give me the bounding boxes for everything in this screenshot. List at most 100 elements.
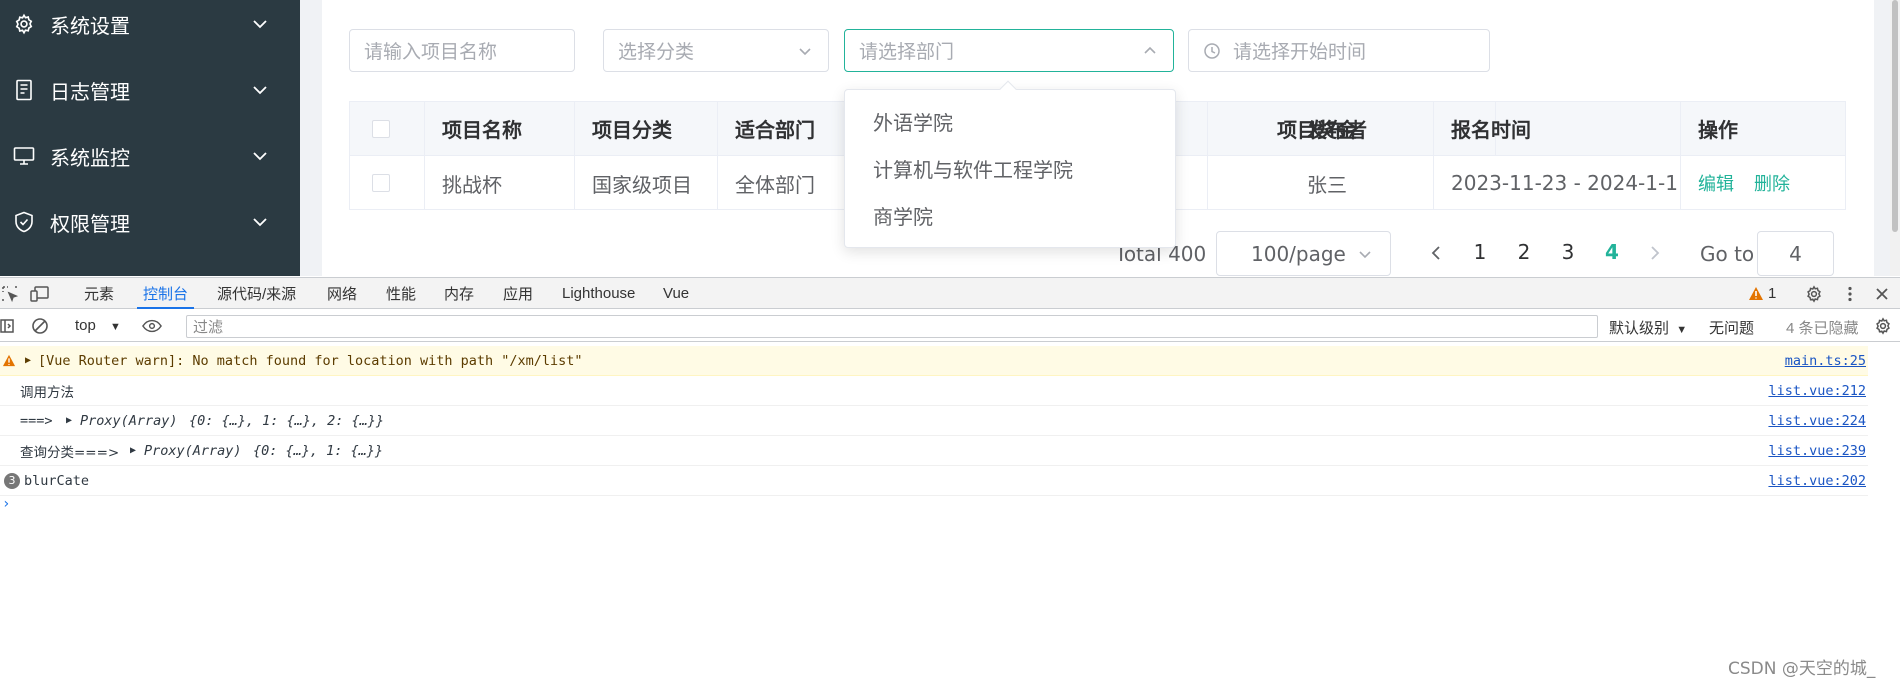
- eye-icon[interactable]: [142, 316, 162, 336]
- sidebar-item-permission-management[interactable]: 权限管理: [0, 194, 300, 250]
- device-toolbar-icon[interactable]: [30, 284, 50, 304]
- sidebar: 系统设置 日志管理 系统监控 权限管理: [0, 0, 300, 276]
- publisher-cell: 张三: [1290, 156, 1434, 210]
- page-scrollbar[interactable]: [1890, 0, 1900, 276]
- source-link[interactable]: list.vue:212: [1768, 383, 1866, 399]
- expand-triangle-icon[interactable]: ▶: [130, 445, 136, 456]
- console-message-text: 调用方法: [20, 384, 74, 401]
- page-size-value: 100/page: [1251, 241, 1346, 266]
- devtools-tab-network[interactable]: 网络: [327, 278, 357, 309]
- more-options-icon[interactable]: [1840, 284, 1860, 304]
- devtools-tab-memory[interactable]: 内存: [444, 278, 474, 309]
- devtools-tab-vue[interactable]: Vue: [663, 278, 689, 309]
- source-link[interactable]: list.vue:224: [1768, 413, 1866, 429]
- devtools-tab-sources[interactable]: 源代码/来源: [217, 278, 296, 309]
- gear-icon: [12, 12, 36, 36]
- repeat-count-badge: 3: [4, 472, 20, 489]
- chevron-down-icon: [253, 20, 267, 29]
- dropdown-option[interactable]: 外语学院: [845, 98, 1175, 144]
- page-number[interactable]: 2: [1509, 240, 1539, 264]
- source-link[interactable]: list.vue:202: [1768, 473, 1866, 489]
- devtools-tab-console[interactable]: 控制台: [136, 278, 195, 309]
- chevron-up-icon: [1144, 46, 1156, 54]
- select-all-checkbox[interactable]: [372, 119, 390, 138]
- devtools-tab-elements[interactable]: 元素: [84, 278, 114, 309]
- start-time-placeholder: 请选择开始时间: [1233, 41, 1367, 63]
- settings-gear-icon[interactable]: [1804, 284, 1824, 304]
- console-prompt-icon[interactable]: ›: [2, 496, 10, 512]
- console-message-prefix: ===>: [20, 412, 61, 429]
- sidebar-item-system-monitor[interactable]: 系统监控: [0, 128, 300, 184]
- caret-down-icon: ▼: [1676, 324, 1688, 336]
- prev-page-icon[interactable]: [1426, 243, 1446, 263]
- chevron-down-icon: [253, 152, 267, 161]
- proxy-label: Proxy(Array): [144, 442, 250, 459]
- column-header[interactable]: 报名时间: [1434, 102, 1681, 155]
- page-size-select[interactable]: 100/page: [1216, 231, 1391, 276]
- inspect-element-icon[interactable]: [0, 284, 20, 304]
- console-filter-input[interactable]: 过滤: [186, 315, 1598, 338]
- goto-label: Go to: [1700, 241, 1755, 266]
- expand-triangle-icon[interactable]: ▶: [66, 415, 72, 426]
- console-message-text: blurCate: [24, 472, 90, 489]
- sidebar-item-label: 权限管理: [50, 211, 130, 236]
- source-link[interactable]: list.vue:239: [1768, 443, 1866, 459]
- devtools-tab-lighthouse[interactable]: Lighthouse: [562, 278, 635, 309]
- watermark: CSDN @天空的城_: [1728, 659, 1876, 679]
- console-message-text: [Vue Router warn]: No match found for lo…: [38, 352, 583, 369]
- warning-icon: [1749, 287, 1763, 300]
- clock-icon: [1204, 42, 1220, 59]
- category-select[interactable]: 选择分类: [603, 29, 829, 72]
- devtools-tab-performance[interactable]: 性能: [386, 278, 416, 309]
- column-header[interactable]: 项目分类: [575, 102, 718, 155]
- dropdown-option[interactable]: 计算机与软件工程学院: [845, 145, 1175, 191]
- caret-down-icon: ▼: [110, 321, 121, 333]
- sidebar-item-label: 系统设置: [50, 13, 130, 38]
- expand-triangle-icon[interactable]: ▶: [25, 355, 31, 366]
- filter-placeholder: 过滤: [193, 319, 224, 336]
- goto-page-input[interactable]: 4: [1757, 231, 1834, 276]
- context-select[interactable]: top ▼: [75, 317, 121, 334]
- close-icon[interactable]: [1872, 284, 1892, 304]
- console-warning[interactable]: ▶ [Vue Router warn]: No match found for …: [0, 346, 1868, 376]
- warning-counter[interactable]: 1: [1748, 278, 1776, 309]
- project-name-placeholder: 请输入项目名称: [364, 41, 498, 63]
- page-number-current[interactable]: 4: [1597, 240, 1627, 264]
- sidebar-item-log-management[interactable]: 日志管理: [0, 62, 300, 118]
- issues-button[interactable]: 无问题: [1709, 317, 1754, 338]
- column-header[interactable]: 发布者: [1290, 102, 1434, 155]
- document-icon: [12, 78, 36, 102]
- chevron-down-icon: [1359, 250, 1371, 258]
- log-level-select[interactable]: 默认级别 ▼: [1609, 317, 1687, 338]
- monitor-icon: [12, 144, 36, 168]
- start-time-picker[interactable]: 请选择开始时间: [1188, 29, 1490, 72]
- page-number[interactable]: 3: [1553, 240, 1583, 264]
- sidebar-item-label: 系统监控: [50, 145, 130, 170]
- project-name-input[interactable]: 请输入项目名称: [349, 29, 575, 72]
- hidden-count: 4 条已隐藏: [1786, 320, 1859, 337]
- next-page-icon[interactable]: [1645, 243, 1665, 263]
- console-settings-gear-icon[interactable]: [1873, 316, 1893, 336]
- dropdown-option[interactable]: 商学院: [845, 192, 1175, 238]
- chevron-down-icon: [799, 47, 811, 55]
- clear-console-icon[interactable]: [30, 316, 50, 336]
- console-object-preview[interactable]: {0: {…}, 1: {…}}: [253, 443, 383, 459]
- devtools-tab-application[interactable]: 应用: [503, 278, 533, 309]
- edit-link[interactable]: 编辑: [1698, 170, 1734, 196]
- console-log: ===> ▶ Proxy(Array) {0: {…}, 1: {…}, 2: …: [0, 406, 1868, 436]
- scrollbar-thumb[interactable]: [1892, 0, 1898, 232]
- sidebar-toggle-icon[interactable]: [0, 316, 18, 336]
- row-checkbox[interactable]: [372, 174, 390, 192]
- column-header[interactable]: 项目名称: [425, 102, 575, 155]
- page-number[interactable]: 1: [1465, 240, 1495, 264]
- row-select-cell: [350, 156, 425, 210]
- project-name-cell: 挑战杯: [425, 156, 575, 210]
- source-link[interactable]: main.ts:25: [1785, 353, 1866, 369]
- console-object-preview[interactable]: {0: {…}, 1: {…}, 2: {…}}: [189, 413, 384, 429]
- delete-link[interactable]: 删除: [1754, 170, 1790, 196]
- chevron-down-icon: [253, 218, 267, 227]
- shield-icon: [12, 210, 36, 234]
- department-select[interactable]: 请选择部门: [844, 29, 1174, 72]
- warning-icon: [2, 354, 16, 367]
- sidebar-item-system-settings[interactable]: 系统设置: [0, 0, 300, 52]
